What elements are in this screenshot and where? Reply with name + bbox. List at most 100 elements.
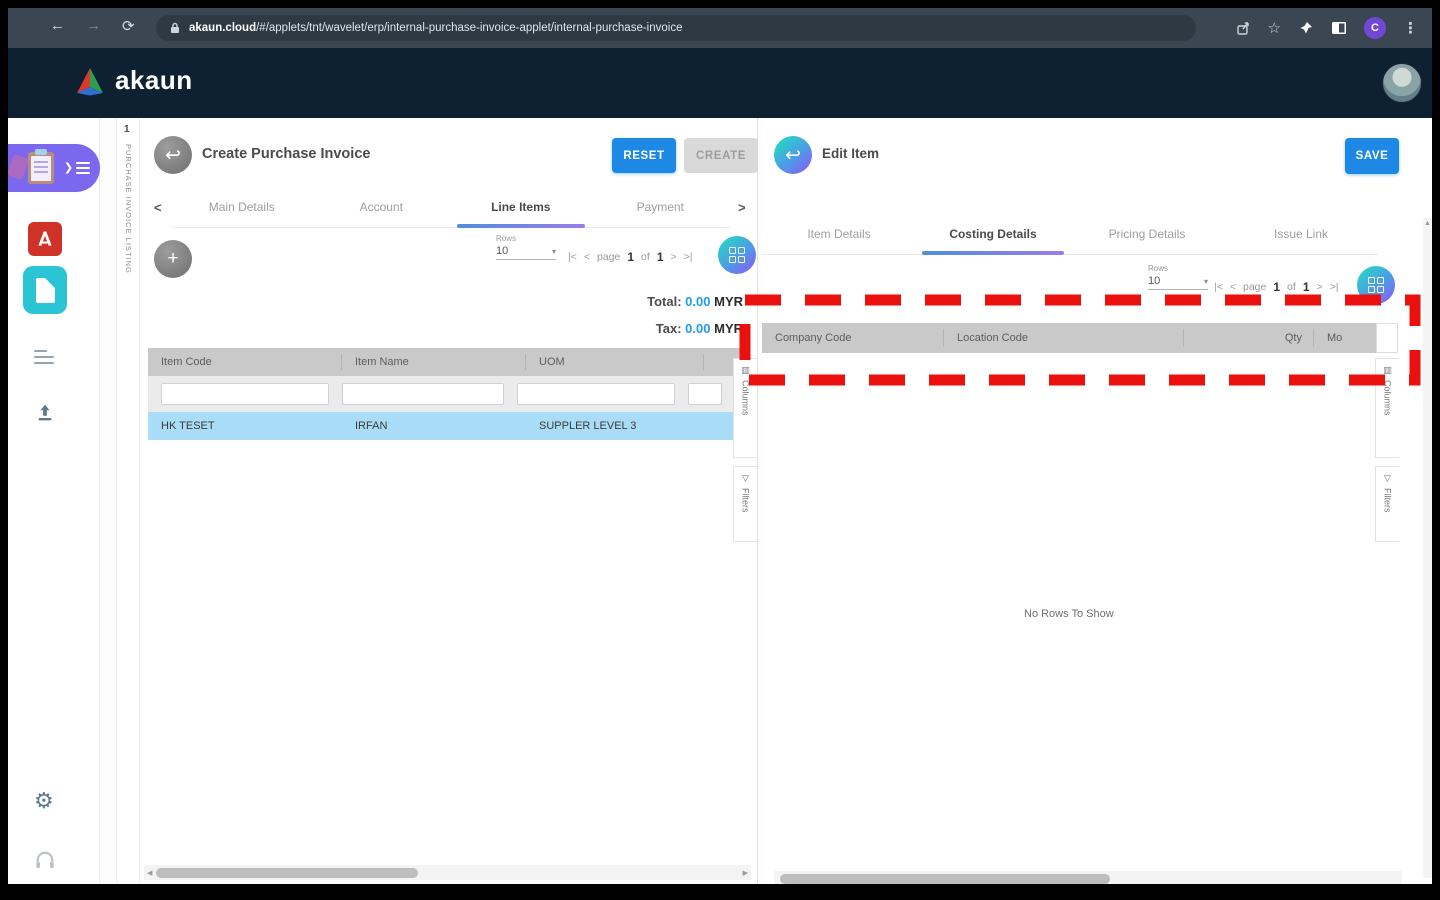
tabs-scroll-left-icon[interactable]: <: [154, 200, 162, 215]
cell-item-name: IRFAN: [355, 420, 388, 432]
columns-side-tab[interactable]: ▥ Columns: [733, 358, 757, 458]
line-item-row-selected[interactable]: HK TESET IRFAN SUPPLER LEVEL 3: [148, 412, 750, 440]
tab-line-items[interactable]: Line Items: [451, 186, 591, 228]
browser-forward-icon[interactable]: →: [86, 17, 101, 34]
filter-funnel-icon: ▽: [742, 473, 749, 483]
upload-icon[interactable]: [34, 402, 56, 429]
rows-value: 10: [1148, 275, 1161, 287]
save-button[interactable]: SAVE: [1345, 138, 1399, 174]
first-page-button[interactable]: |<: [568, 251, 577, 263]
scrollbar-thumb[interactable]: [780, 873, 1110, 884]
settings-gear-icon[interactable]: ⚙: [34, 790, 54, 812]
filter-row: [148, 376, 750, 412]
browser-back-icon[interactable]: ←: [50, 17, 65, 34]
support-headset-icon[interactable]: [34, 850, 56, 875]
horizontal-scrollbar[interactable]: ◀ ▶: [144, 865, 751, 880]
document-applet-icon[interactable]: [23, 266, 67, 314]
total-currency: MYR: [714, 294, 743, 309]
col-more[interactable]: Mo: [1314, 323, 1376, 353]
app-header: akaun: [8, 48, 1432, 118]
page-total: 1: [656, 250, 664, 264]
filters-side-tab[interactable]: ▽ Filters: [1375, 466, 1399, 542]
rows-per-page: Rows 10 ▾: [1148, 264, 1208, 290]
next-page-button[interactable]: >: [1317, 281, 1323, 293]
listing-strip-tab[interactable]: 1 PURCHASE INVOICE LISTING: [116, 118, 140, 884]
back-arrow-icon: ↩: [785, 144, 801, 166]
extra-filter-input[interactable]: [688, 383, 722, 405]
tab-issue-link[interactable]: Issue Link: [1224, 213, 1378, 254]
vertical-scrollbar[interactable]: ▲: [1423, 218, 1432, 878]
scroll-right-icon[interactable]: ▶: [743, 869, 748, 877]
uom-filter-input[interactable]: [517, 383, 675, 405]
active-applet-pill[interactable]: ❯: [8, 144, 100, 192]
browser-toolbar: ← → ⟳ akaun.cloud/#/applets/tnt/wavelet/…: [8, 8, 1432, 48]
scroll-up-icon: ▲: [1424, 220, 1431, 227]
scroll-left-icon[interactable]: ◀: [147, 869, 152, 877]
address-bar[interactable]: akaun.cloud/#/applets/tnt/wavelet/erp/in…: [156, 15, 1196, 41]
tax-label: Tax:: [655, 321, 682, 336]
filters-side-tab[interactable]: ▽ Filters: [733, 466, 757, 542]
last-page-button[interactable]: >|: [684, 251, 693, 263]
side-panel-icon[interactable]: [1331, 21, 1347, 35]
main-content: ❯ ⚙ 1 PURCHASE INVOICE LISTING ↩ Create …: [8, 118, 1432, 884]
user-avatar[interactable]: [1382, 63, 1422, 103]
scrollbar-thumb[interactable]: [156, 867, 418, 878]
column-settings-button[interactable]: [718, 236, 756, 274]
tab-payment[interactable]: Payment: [591, 186, 731, 227]
list-icon[interactable]: [34, 346, 54, 368]
of-word: of: [1287, 281, 1296, 293]
bookmark-star-icon[interactable]: ☆: [1268, 19, 1281, 37]
pdf-applet-icon[interactable]: [28, 222, 62, 256]
tab-pricing-details[interactable]: Pricing Details: [1070, 213, 1224, 254]
extension-pin-icon[interactable]: [1298, 20, 1314, 36]
add-line-item-button[interactable]: +: [154, 240, 192, 278]
create-button[interactable]: CREATE: [684, 138, 758, 173]
tab-main-details[interactable]: Main Details: [172, 186, 312, 227]
first-page-button[interactable]: |<: [1214, 281, 1223, 293]
tab-account[interactable]: Account: [312, 186, 452, 227]
browser-reload-icon[interactable]: ⟳: [122, 17, 135, 35]
brand-logo[interactable]: akaun: [74, 65, 193, 96]
prev-page-button[interactable]: <: [584, 251, 590, 263]
browser-actions: ☆ C ⋮: [1235, 8, 1418, 48]
item-code-filter-input[interactable]: [161, 383, 329, 405]
rows-value: 10: [496, 245, 509, 257]
tab-costing-details[interactable]: Costing Details: [916, 213, 1070, 255]
prev-page-button[interactable]: <: [1230, 281, 1236, 293]
grid-scroll-corner: [1376, 323, 1398, 353]
cell-item-code: HK TESET: [161, 420, 215, 432]
next-page-button[interactable]: >: [671, 251, 677, 263]
url-text: akaun.cloud/#/applets/tnt/wavelet/erp/in…: [189, 22, 682, 34]
rows-select[interactable]: 10 ▾: [496, 245, 556, 260]
back-button[interactable]: ↩: [154, 136, 192, 174]
col-location-code[interactable]: Location Code: [944, 323, 1184, 353]
item-name-filter-input[interactable]: [342, 383, 504, 405]
columns-side-tab[interactable]: ▥ Columns: [1375, 358, 1399, 458]
profile-badge[interactable]: C: [1364, 17, 1386, 39]
cell-uom: SUPPLER LEVEL 3: [539, 420, 637, 432]
col-qty[interactable]: Qty: [1184, 323, 1314, 353]
listing-strip-index: 1: [124, 124, 130, 135]
col-item-code[interactable]: Item Code: [148, 348, 342, 376]
edit-item-back-button[interactable]: ↩: [774, 136, 812, 174]
tax-value: 0.00: [685, 321, 711, 336]
rows-select[interactable]: 10 ▾: [1148, 275, 1208, 290]
applet-rail: ❯ ⚙: [8, 118, 100, 884]
tab-item-details[interactable]: Item Details: [762, 213, 916, 254]
tax-line: Tax: 0.00 MYR: [656, 321, 743, 336]
filters-side-label: Filters: [1382, 488, 1393, 513]
share-icon[interactable]: [1235, 20, 1251, 36]
tabs-scroll-right-icon[interactable]: >: [738, 200, 746, 215]
column-settings-button[interactable]: [1357, 266, 1395, 304]
url-domain: akaun.cloud: [189, 22, 257, 34]
caret-down-icon: ▾: [551, 246, 556, 256]
col-uom[interactable]: UOM: [526, 348, 704, 376]
listing-indent-icon: ❯: [64, 159, 91, 177]
last-page-button[interactable]: >|: [1330, 281, 1339, 293]
horizontal-scrollbar[interactable]: [774, 871, 1402, 884]
browser-menu-icon[interactable]: ⋮: [1403, 19, 1418, 37]
col-item-name[interactable]: Item Name: [342, 348, 526, 376]
reset-button[interactable]: RESET: [612, 138, 676, 173]
col-company-code[interactable]: Company Code: [762, 323, 944, 353]
caret-down-icon: ▾: [1203, 276, 1208, 286]
